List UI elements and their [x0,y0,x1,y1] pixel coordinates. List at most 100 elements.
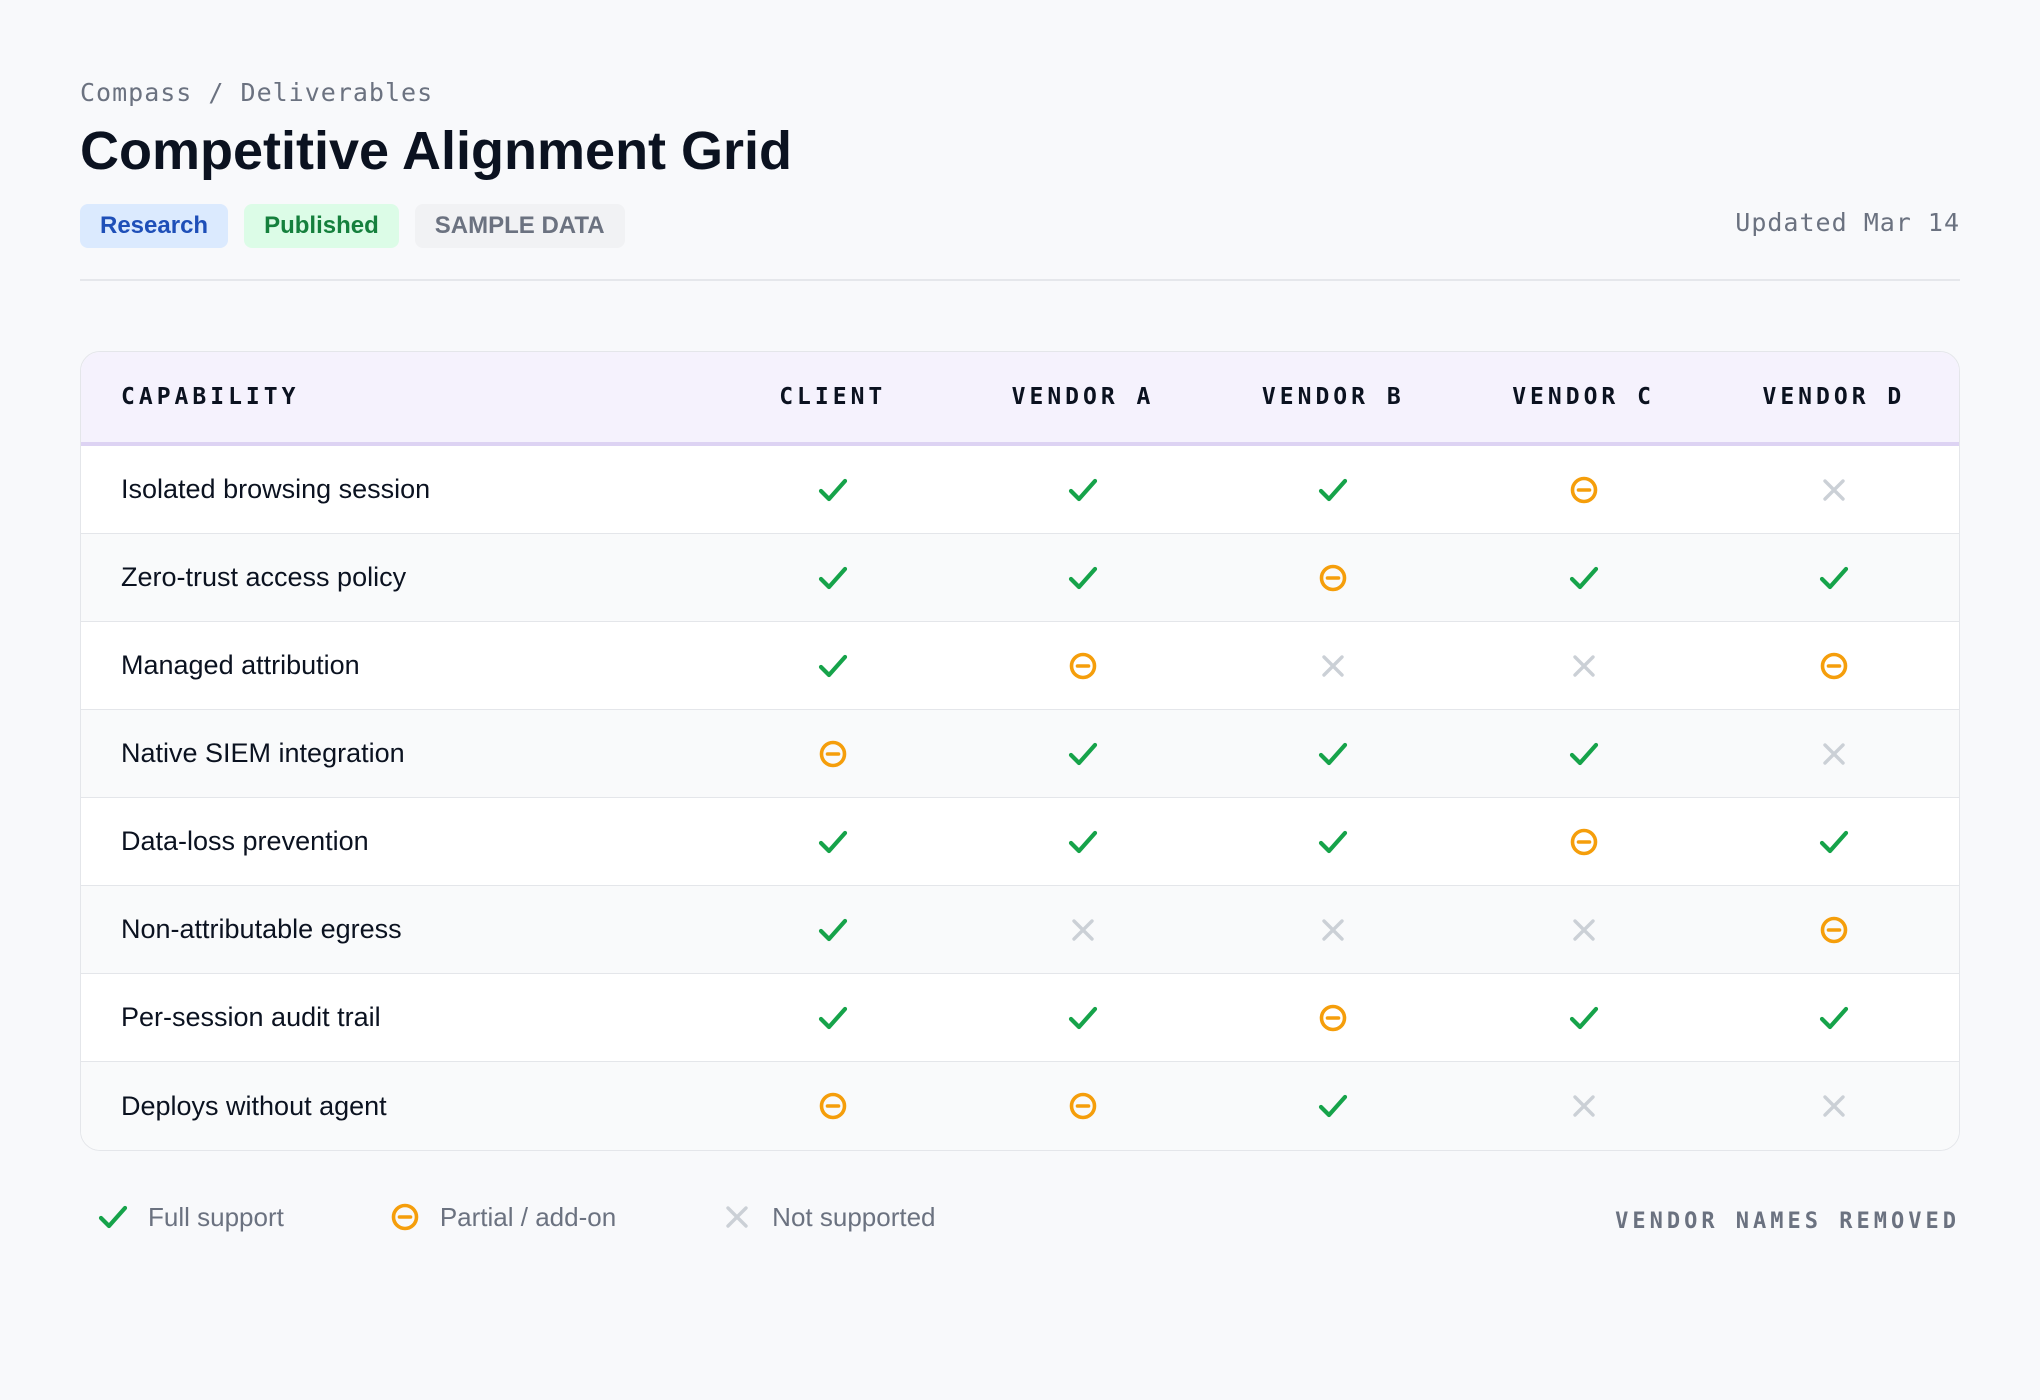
cell-vendor-d [1709,710,1959,797]
check-icon [1316,1089,1350,1123]
tag-research: Research [80,204,229,248]
column-header-vendor-c: VENDOR C [1512,384,1655,410]
cell-client [708,534,958,621]
partial-icon [388,1200,422,1234]
footnote: VENDOR NAMES REMOVED [1615,1209,1960,1234]
x-icon [1316,649,1350,683]
x-icon [1817,737,1851,771]
column-header-vendor-d: VENDOR D [1762,384,1906,410]
cell-vendor-a [958,622,1208,709]
check-icon [816,561,850,595]
cell-client [708,798,958,885]
table-row: Native SIEM integration [81,710,1959,798]
cell-vendor-a [958,798,1208,885]
cell-vendor-d [1709,622,1959,709]
column-header-capability: CAPABILITY [121,384,300,410]
check-icon [96,1200,130,1234]
check-icon [1567,1001,1601,1035]
grid-body: Isolated browsing session Zero-trust acce… [81,446,1959,1150]
alignment-grid: CAPABILITY CLIENT VENDOR A VENDOR B VEND… [80,351,1960,1151]
cell-vendor-a [958,446,1208,533]
cell-client [708,1062,958,1150]
cell-vendor-a [958,534,1208,621]
tag-sample-data: SAMPLE DATA [414,204,625,248]
cell-vendor-c [1458,446,1708,533]
capability-label: Zero-trust access policy [121,562,407,592]
cell-vendor-a [958,1062,1208,1150]
legend-label-none: Not supported [772,1201,936,1232]
check-icon [816,649,850,683]
table-row: Deploys without agent [81,1062,1959,1150]
table-row: Zero-trust access policy [81,534,1959,622]
table-row: Per-session audit trail [81,974,1959,1062]
cell-vendor-d [1709,446,1959,533]
cell-vendor-b [1208,710,1458,797]
cell-vendor-b [1208,886,1458,973]
partial-icon [1817,649,1851,683]
check-icon [1066,473,1100,507]
page-title: Competitive Alignment Grid [80,121,793,181]
check-icon [1817,825,1851,859]
cell-vendor-c [1458,974,1708,1061]
x-icon [1817,473,1851,507]
cell-vendor-c [1458,622,1708,709]
grid-header-row: CAPABILITY CLIENT VENDOR A VENDOR B VEND… [81,352,1959,446]
partial-icon [1567,473,1601,507]
check-icon [1316,737,1350,771]
cell-vendor-b [1208,798,1458,885]
column-header-vendor-a: VENDOR A [1011,384,1155,410]
legend-label-full: Full support [148,1201,284,1232]
cell-vendor-b [1208,534,1458,621]
capability-label: Non-attributable egress [121,914,402,944]
partial-icon [1066,1089,1100,1123]
cell-vendor-a [958,886,1208,973]
x-icon [720,1200,754,1234]
column-header-vendor-b: VENDOR B [1261,384,1405,410]
legend-label-partial: Partial / add-on [439,1201,617,1232]
table-row: Data-loss prevention [81,798,1959,886]
check-icon [1316,825,1350,859]
header-divider [80,279,1960,281]
tag-list: Research Published SAMPLE DATA [80,204,625,248]
partial-icon [1567,825,1601,859]
x-icon [1567,1089,1601,1123]
capability-label: Deploys without agent [121,1090,387,1121]
x-icon [1817,1089,1851,1123]
check-icon [1817,1001,1851,1035]
cell-vendor-c [1458,534,1708,621]
partial-icon [816,737,850,771]
x-icon [1567,913,1601,947]
x-icon [1066,913,1100,947]
cell-vendor-d [1709,974,1959,1061]
updated-timestamp: Updated Mar 14 [1735,208,1960,237]
partial-icon [1316,1001,1350,1035]
page: Compass / Deliverables Competitive Align… [0,0,2040,1400]
cell-vendor-a [958,974,1208,1061]
legend: Full support Partial / add-on Not suppor… [96,1200,1040,1234]
table-row: Non-attributable egress [81,886,1959,974]
capability-label: Per-session audit trail [121,1002,381,1032]
cell-client [708,622,958,709]
cell-vendor-d [1709,798,1959,885]
capability-label: Native SIEM integration [121,738,405,768]
check-icon [816,473,850,507]
cell-vendor-b [1208,1062,1458,1150]
partial-icon [1316,561,1350,595]
check-icon [1066,825,1100,859]
status-badge-published: Published [244,204,399,248]
capability-label: Data-loss prevention [121,826,369,856]
check-icon [816,825,850,859]
cell-vendor-d [1709,534,1959,621]
legend-item-none: Not supported [720,1200,936,1234]
cell-vendor-c [1458,798,1708,885]
breadcrumb[interactable]: Compass / Deliverables [80,78,433,107]
check-icon [816,913,850,947]
cell-vendor-c [1458,1062,1708,1150]
check-icon [1567,561,1601,595]
check-icon [1066,1001,1100,1035]
partial-icon [816,1089,850,1123]
x-icon [1316,913,1350,947]
check-icon [1316,473,1350,507]
cell-vendor-c [1458,886,1708,973]
cell-vendor-a [958,710,1208,797]
